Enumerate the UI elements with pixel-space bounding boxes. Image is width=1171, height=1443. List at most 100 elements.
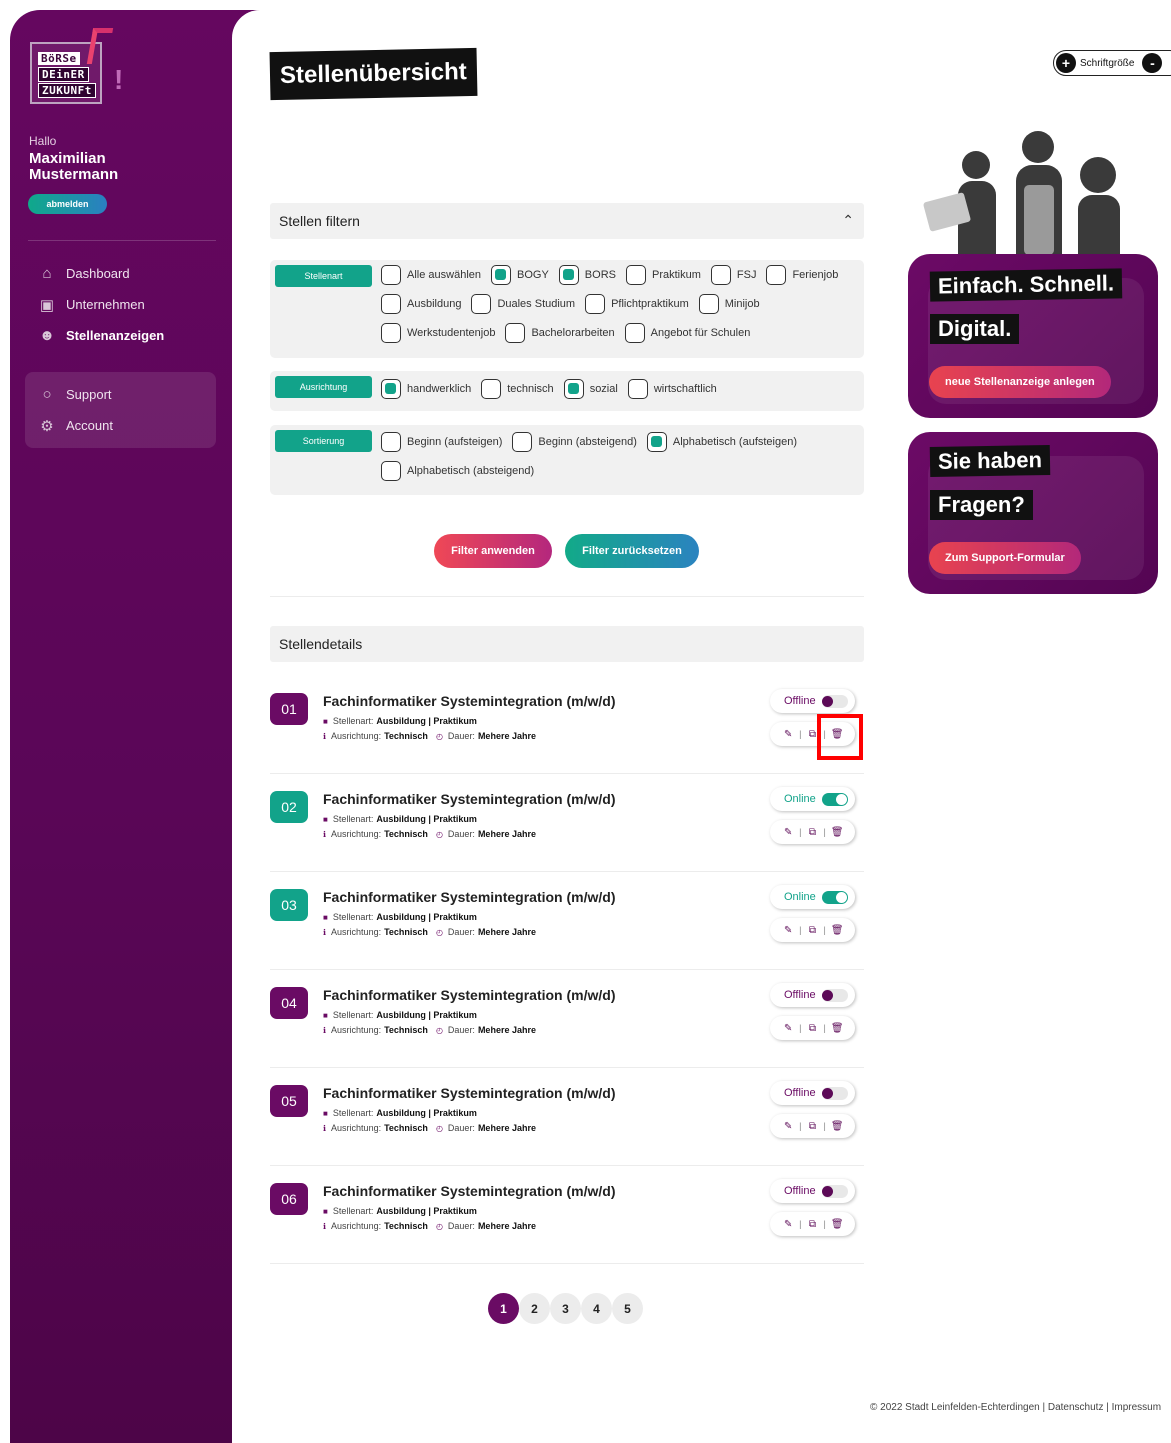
- new-job-ad-button[interactable]: neue Stellenanzeige anlegen: [929, 366, 1111, 398]
- sidebar-item-label: Dashboard: [66, 266, 130, 281]
- sidebar-item-account[interactable]: ⚙ Account: [28, 410, 218, 441]
- filter-option[interactable]: Beginn (absteigend): [512, 432, 637, 452]
- checkbox[interactable]: [381, 265, 401, 285]
- checkbox[interactable]: [381, 294, 401, 314]
- status-toggle[interactable]: Offline: [770, 1081, 855, 1105]
- apply-filter-button[interactable]: Filter anwenden: [434, 534, 552, 568]
- filter-option[interactable]: sozial: [563, 379, 618, 399]
- filter-option[interactable]: Angebot für Schulen: [624, 323, 750, 343]
- job-title[interactable]: Fachinformatiker Systemintegration (m/w/…: [323, 1183, 616, 1199]
- filter-option[interactable]: Alphabetisch (aufsteigen): [646, 432, 797, 452]
- checkbox[interactable]: [625, 265, 646, 285]
- page-button-4[interactable]: 4: [581, 1293, 612, 1324]
- checkbox[interactable]: [381, 323, 401, 343]
- filter-option[interactable]: Werkstudentenjob: [381, 323, 495, 343]
- edit-pencil-icon[interactable]: ✎: [782, 925, 794, 936]
- filter-option[interactable]: Duales Studium: [471, 294, 575, 314]
- filter-option[interactable]: FSJ: [710, 265, 756, 285]
- row-divider: [270, 773, 864, 774]
- status-toggle[interactable]: Online: [770, 885, 855, 909]
- checkbox[interactable]: [381, 432, 401, 452]
- copy-icon[interactable]: ⧉: [807, 1219, 819, 1230]
- toggle-switch[interactable]: [821, 890, 848, 904]
- delete-trash-icon[interactable]: 🗑: [831, 827, 844, 838]
- page-button-5[interactable]: 5: [612, 1293, 643, 1324]
- logout-button[interactable]: abmelden: [28, 194, 107, 214]
- checkbox[interactable]: [710, 265, 731, 285]
- checkbox[interactable]: [491, 265, 511, 285]
- status-toggle[interactable]: Offline: [770, 1179, 855, 1203]
- page-button-3[interactable]: 3: [550, 1293, 581, 1324]
- sidebar-item-unternehmen[interactable]: ▣ Unternehmen: [28, 289, 218, 320]
- copy-icon[interactable]: ⧉: [807, 925, 819, 936]
- delete-trash-icon[interactable]: 🗑: [831, 1121, 844, 1132]
- checkbox[interactable]: [624, 323, 645, 343]
- checkbox[interactable]: [381, 461, 401, 481]
- checkbox[interactable]: [512, 432, 533, 452]
- toggle-switch[interactable]: [821, 1086, 848, 1100]
- font-increase-button[interactable]: +: [1056, 53, 1076, 73]
- copy-icon[interactable]: ⧉: [807, 827, 819, 838]
- filter-option[interactable]: Alle auswählen: [381, 265, 481, 285]
- checkbox[interactable]: [563, 379, 584, 399]
- edit-pencil-icon[interactable]: ✎: [782, 729, 794, 740]
- job-title[interactable]: Fachinformatiker Systemintegration (m/w/…: [323, 791, 616, 807]
- copy-icon[interactable]: ⧉: [807, 1023, 819, 1034]
- checkbox[interactable]: [585, 294, 606, 314]
- toggle-switch[interactable]: [821, 1184, 848, 1198]
- filter-option[interactable]: technisch: [481, 379, 554, 399]
- logo[interactable]: BöRSe DEinER ZUKUNFt !: [30, 28, 123, 108]
- edit-pencil-icon[interactable]: ✎: [782, 1219, 794, 1230]
- filter-option[interactable]: Ferienjob: [766, 265, 838, 285]
- checkbox[interactable]: [766, 265, 787, 285]
- delete-trash-icon[interactable]: 🗑: [831, 1219, 844, 1230]
- edit-pencil-icon[interactable]: ✎: [782, 827, 794, 838]
- delete-trash-icon[interactable]: 🗑: [831, 1023, 844, 1034]
- checkbox[interactable]: [481, 379, 502, 399]
- page-button-2[interactable]: 2: [519, 1293, 550, 1324]
- filter-option[interactable]: BOGY: [491, 265, 549, 285]
- status-toggle[interactable]: Online: [770, 787, 855, 811]
- toggle-switch[interactable]: [821, 792, 848, 806]
- filter-option[interactable]: wirtschaftlich: [627, 379, 717, 399]
- checkbox[interactable]: [646, 432, 667, 452]
- status-toggle[interactable]: Offline: [770, 689, 855, 713]
- filter-option[interactable]: Praktikum: [625, 265, 701, 285]
- filter-option[interactable]: Ausbildung: [381, 294, 461, 314]
- edit-pencil-icon[interactable]: ✎: [782, 1023, 794, 1034]
- toggle-switch[interactable]: [821, 694, 848, 708]
- filter-option[interactable]: Alphabetisch (absteigend): [381, 461, 534, 481]
- sidebar-item-dashboard[interactable]: ⌂ Dashboard: [28, 258, 218, 289]
- edit-pencil-icon[interactable]: ✎: [782, 1121, 794, 1132]
- filter-option[interactable]: handwerklich: [381, 379, 471, 399]
- page-button-1[interactable]: 1: [488, 1293, 519, 1324]
- sidebar-item-stellenanzeigen[interactable]: ☻ Stellenanzeigen: [28, 320, 218, 351]
- filter-accordion-header[interactable]: Stellen filtern ⌃: [270, 203, 864, 239]
- filter-option[interactable]: Beginn (aufsteigen): [381, 432, 502, 452]
- support-form-button[interactable]: Zum Support-Formular: [929, 542, 1081, 574]
- copy-icon[interactable]: ⧉: [807, 1121, 819, 1132]
- chevron-up-icon[interactable]: ⌃: [842, 212, 854, 229]
- checkbox[interactable]: [505, 323, 526, 343]
- checkbox[interactable]: [698, 294, 719, 314]
- status-toggle[interactable]: Offline: [770, 983, 855, 1007]
- reset-filter-button[interactable]: Filter zurücksetzen: [565, 534, 699, 568]
- job-title[interactable]: Fachinformatiker Systemintegration (m/w/…: [323, 889, 616, 905]
- checkbox[interactable]: [471, 294, 492, 314]
- meta-value: Mehere Jahre: [477, 927, 536, 937]
- toggle-switch[interactable]: [821, 988, 848, 1002]
- job-title[interactable]: Fachinformatiker Systemintegration (m/w/…: [323, 1085, 616, 1101]
- job-title[interactable]: Fachinformatiker Systemintegration (m/w/…: [323, 693, 616, 709]
- checkbox[interactable]: [558, 265, 579, 285]
- checkbox[interactable]: [627, 379, 648, 399]
- font-decrease-button[interactable]: -: [1142, 53, 1163, 73]
- filter-option[interactable]: Bachelorarbeiten: [505, 323, 615, 343]
- job-title[interactable]: Fachinformatiker Systemintegration (m/w/…: [323, 987, 616, 1003]
- sidebar-item-support[interactable]: ○ Support: [28, 379, 218, 410]
- checkbox[interactable]: [381, 379, 401, 399]
- filter-option[interactable]: BORS: [558, 265, 616, 285]
- meta-label: Dauer:: [447, 1025, 475, 1035]
- filter-option[interactable]: Pflichtpraktikum: [585, 294, 689, 314]
- delete-trash-icon[interactable]: 🗑: [831, 925, 844, 936]
- filter-option[interactable]: Minijob: [698, 294, 760, 314]
